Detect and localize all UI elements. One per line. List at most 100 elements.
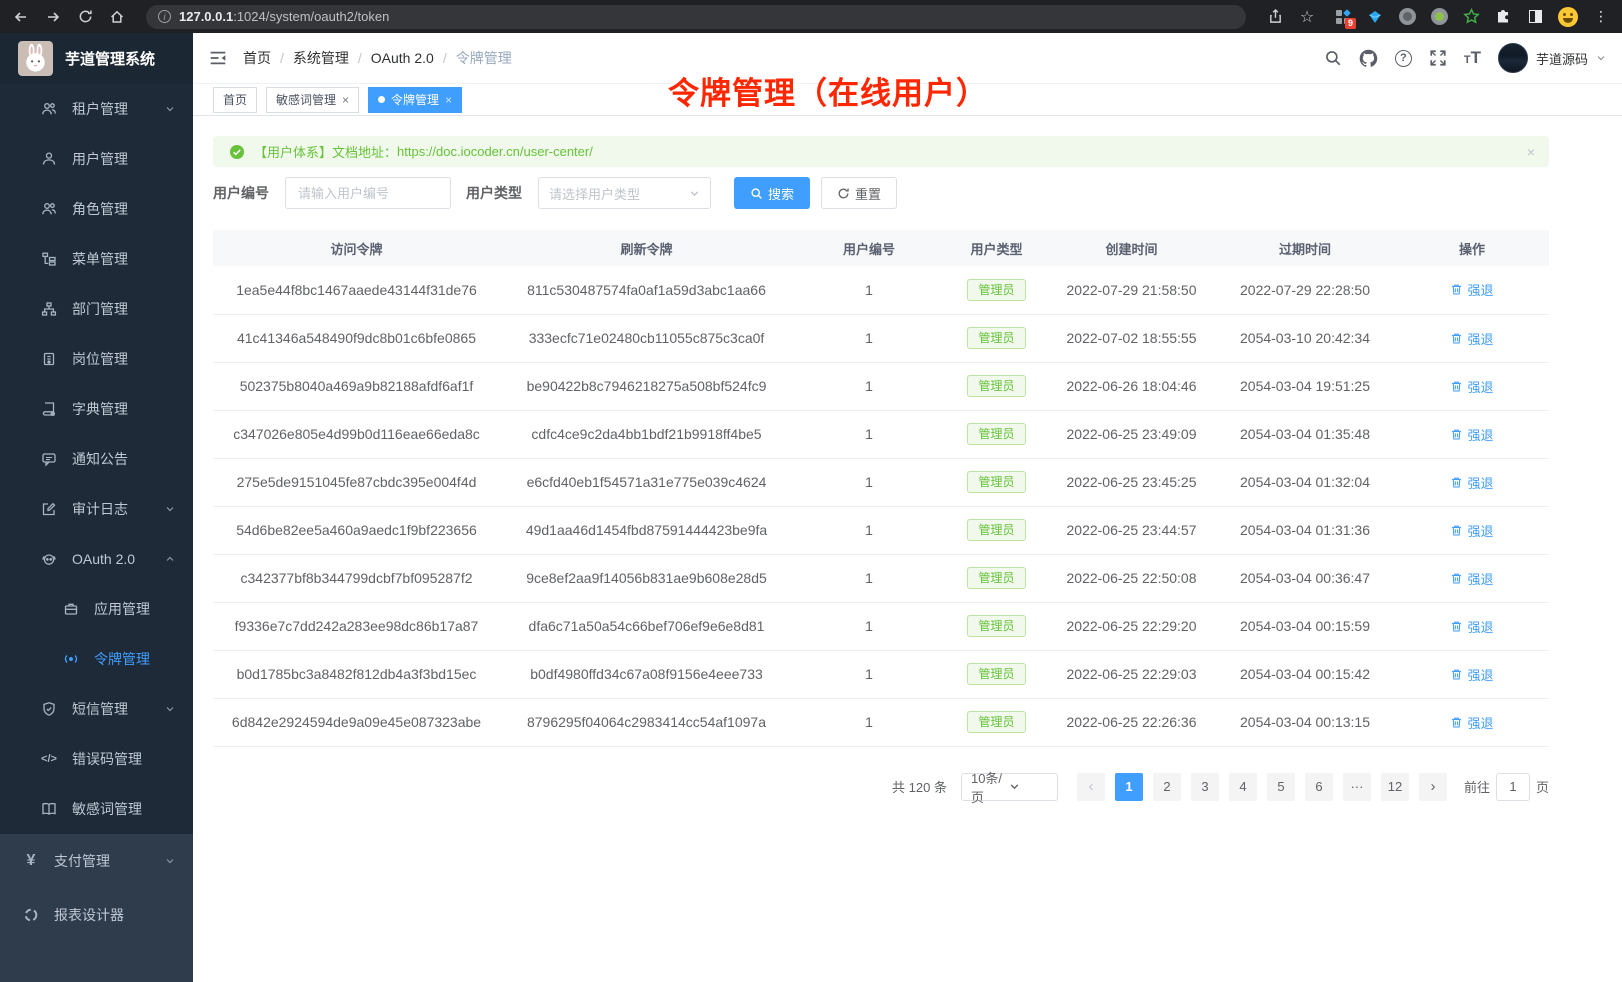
search-icon[interactable] <box>1324 49 1342 67</box>
action-cell: 强退 <box>1395 698 1549 746</box>
force-logout-button[interactable]: 强退 <box>1450 377 1493 396</box>
trash-icon <box>1450 428 1463 441</box>
breadcrumb-system[interactable]: 系统管理 <box>293 48 349 68</box>
close-icon[interactable]: × <box>342 94 349 106</box>
force-logout-button[interactable]: 强退 <box>1450 473 1493 492</box>
sidebar-item-oauth-apps[interactable]: 应用管理 <box>0 584 193 634</box>
table-row: 41c41346a548490f9dc8b01c6bfe0865 333ecfc… <box>213 314 1549 362</box>
user-id-cell: 1 <box>793 506 945 554</box>
sidebar-item-tenant[interactable]: 租户管理 <box>0 84 193 134</box>
font-size-icon[interactable]: TT <box>1464 48 1481 68</box>
bookmark-star-icon[interactable]: ☆ <box>1298 8 1316 26</box>
profile-emoji-avatar[interactable] <box>1558 7 1578 27</box>
github-icon[interactable] <box>1359 49 1378 68</box>
user-id-cell: 1 <box>793 266 945 314</box>
record-extension-icon[interactable] <box>1430 8 1448 26</box>
close-icon[interactable]: × <box>445 94 452 106</box>
sidebar-item-audit-log[interactable]: 审计日志 <box>0 484 193 534</box>
url-path: :1024/system/oauth2/token <box>233 9 389 24</box>
app-logo-row[interactable]: 芋道管理系统 <box>0 33 193 84</box>
sidebar-item-error-code[interactable]: </> 错误码管理 <box>0 734 193 784</box>
goto-page-input[interactable] <box>1496 773 1530 801</box>
access-token-cell: b0d1785bc3a8482f812db4a3f3bd15ec <box>213 650 500 698</box>
sidebar-item-payment[interactable]: ¥ 支付管理 <box>0 834 193 888</box>
user-id-input[interactable] <box>285 177 451 209</box>
sidebar-item-notice[interactable]: 通知公告 <box>0 434 193 484</box>
gem-extension-icon[interactable] <box>1366 8 1384 26</box>
force-logout-button[interactable]: 强退 <box>1450 425 1493 444</box>
share-icon[interactable] <box>1266 8 1284 26</box>
tab-token-management[interactable]: 令牌管理 × <box>368 87 462 113</box>
sidebar-item-oauth2[interactable]: OAuth 2.0 <box>0 534 193 584</box>
fullscreen-icon[interactable] <box>1429 49 1447 67</box>
tab-split-icon[interactable] <box>1526 8 1544 26</box>
sidebar-collapse-icon[interactable] <box>209 49 227 67</box>
page-button[interactable]: 3 <box>1191 773 1219 801</box>
sidebar-item-token-management[interactable]: 令牌管理 <box>0 634 193 684</box>
user-menu[interactable]: 芋道源码 <box>1498 43 1606 73</box>
sidebar-item-user[interactable]: 用户管理 <box>0 134 193 184</box>
page-button[interactable]: 1 <box>1115 773 1143 801</box>
sidebar-item-report-designer[interactable]: 报表设计器 <box>0 888 193 942</box>
force-logout-button[interactable]: 强退 <box>1450 665 1493 684</box>
force-logout-button[interactable]: 强退 <box>1450 569 1493 588</box>
user-id-cell: 1 <box>793 410 945 458</box>
gray-circle-extension-icon[interactable] <box>1398 8 1416 26</box>
expire-time-cell: 2054-03-04 19:51:25 <box>1215 362 1395 410</box>
force-logout-button[interactable]: 强退 <box>1450 617 1493 636</box>
force-logout-button[interactable]: 强退 <box>1450 280 1493 299</box>
tab-home[interactable]: 首页 <box>213 87 257 113</box>
user-type-badge: 管理员 <box>967 423 1025 445</box>
table-row: c342377bf8b344799dcbf7bf095287f2 9ce8ef2… <box>213 554 1549 602</box>
sidebar-item-role[interactable]: 角色管理 <box>0 184 193 234</box>
page-size-select[interactable]: 10条/页 <box>961 773 1058 801</box>
prev-page-button[interactable]: ‹ <box>1077 773 1105 801</box>
sidebar-item-dict[interactable]: 字典管理 <box>0 384 193 434</box>
extension-grid-icon[interactable]: 9 <box>1334 8 1352 26</box>
page-button[interactable]: 5 <box>1267 773 1295 801</box>
page-content: 【用户体系】文档地址： https://doc.iocoder.cn/user-… <box>193 116 1622 982</box>
force-logout-button[interactable]: 强退 <box>1450 521 1493 540</box>
site-info-icon[interactable]: i <box>158 10 171 23</box>
user-type-select[interactable]: 请选择用户类型 <box>538 177 711 209</box>
app-title: 芋道管理系统 <box>65 48 155 69</box>
force-logout-button[interactable]: 强退 <box>1450 713 1493 732</box>
puzzle-extension-icon[interactable] <box>1494 8 1512 26</box>
breadcrumb-oauth2[interactable]: OAuth 2.0 <box>371 50 434 66</box>
next-page-button[interactable]: › <box>1419 773 1447 801</box>
action-cell: 强退 <box>1395 410 1549 458</box>
search-button[interactable]: 搜索 <box>734 177 810 209</box>
top-navbar: 首页 / 系统管理 / OAuth 2.0 / 令牌管理 ? TT <box>193 33 1622 84</box>
force-logout-button[interactable]: 强退 <box>1450 329 1493 348</box>
address-bar[interactable]: i 127.0.0.1:1024/system/oauth2/token <box>146 5 1246 29</box>
page-button[interactable]: 2 <box>1153 773 1181 801</box>
help-icon[interactable]: ? <box>1395 50 1412 67</box>
forward-icon[interactable] <box>44 8 62 26</box>
sidebar-item-dept[interactable]: 部门管理 <box>0 284 193 334</box>
page-button[interactable]: 12 <box>1381 773 1409 801</box>
page-button[interactable]: 4 <box>1229 773 1257 801</box>
sidebar-item-sms[interactable]: 短信管理 <box>0 684 193 734</box>
green-star-extension-icon[interactable] <box>1462 8 1480 26</box>
home-icon[interactable] <box>108 8 126 26</box>
browser-menu-icon[interactable]: ⋮ <box>1592 8 1610 26</box>
refresh-token-cell: 9ce8ef2aa9f14056b831ae9b608e28d5 <box>500 554 793 602</box>
page-button[interactable]: 6 <box>1305 773 1333 801</box>
reload-icon[interactable] <box>76 8 94 26</box>
sidebar-item-sensitive-words[interactable]: 敏感词管理 <box>0 784 193 834</box>
reset-button[interactable]: 重置 <box>821 177 897 209</box>
page-button[interactable]: ··· <box>1343 773 1371 801</box>
sidebar-item-post[interactable]: 岗位管理 <box>0 334 193 384</box>
table-row: c347026e805e4d99b0d116eae66eda8c cdfc4ce… <box>213 410 1549 458</box>
expire-time-cell: 2054-03-04 00:13:15 <box>1215 698 1395 746</box>
user-type-cell: 管理员 <box>945 602 1048 650</box>
trash-icon <box>1450 380 1463 393</box>
doc-link[interactable]: https://doc.iocoder.cn/user-center/ <box>397 144 593 159</box>
tab-sensitive-words[interactable]: 敏感词管理 × <box>266 87 359 113</box>
breadcrumb-home[interactable]: 首页 <box>243 48 271 68</box>
back-icon[interactable] <box>12 8 30 26</box>
sidebar-item-menu[interactable]: 菜单管理 <box>0 234 193 284</box>
table-row: b0d1785bc3a8482f812db4a3f3bd15ec b0df498… <box>213 650 1549 698</box>
refresh-token-cell: e6cfd40eb1f54571a31e775e039c4624 <box>500 458 793 506</box>
close-icon[interactable]: × <box>1527 144 1535 160</box>
